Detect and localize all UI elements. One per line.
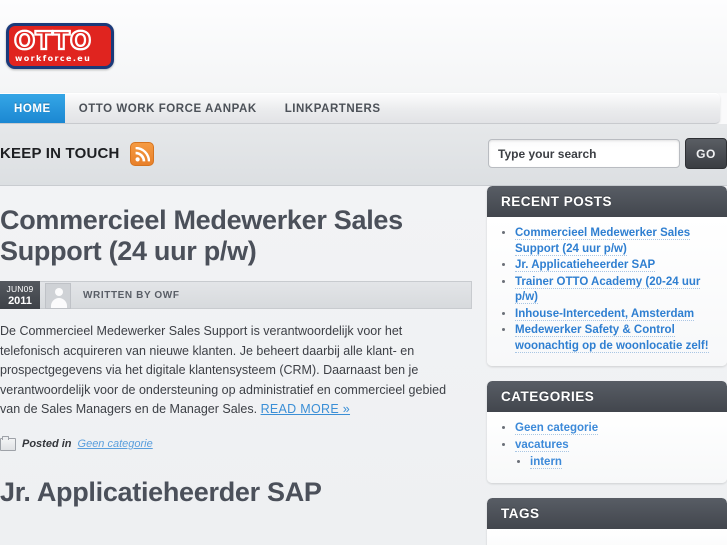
list-item: Trainer OTTO Academy (20-24 uur p/w)	[515, 275, 715, 306]
folder-icon	[0, 435, 16, 451]
widget-tags-title: TAGS	[487, 497, 727, 529]
widget-categories-title: CATEGORIES	[487, 381, 727, 412]
search-input[interactable]	[488, 139, 680, 168]
sidebar: RECENT POSTS Commercieel Medewerker Sale…	[487, 186, 727, 545]
keep-in-touch-label: KEEP IN TOUCH	[0, 145, 120, 162]
content-area: Commercieel Medewerker Sales Support (24…	[0, 186, 727, 545]
category-link-vacatures[interactable]: vacatures	[515, 438, 569, 452]
post-title-1[interactable]: Commercieel Medewerker Sales Support (24…	[0, 205, 472, 267]
author-avatar	[45, 283, 71, 309]
posted-in-label: Posted in	[22, 438, 72, 450]
search-go-button[interactable]: GO	[685, 138, 727, 169]
logo-inner: OTTO workforce.eu	[9, 26, 111, 66]
keep-in-touch-group: KEEP IN TOUCH	[0, 142, 154, 166]
list-item: intern	[530, 455, 715, 471]
recent-post-link-5[interactable]: Medewerker Safety & Control woonachtig o…	[515, 324, 709, 353]
list-item: Commercieel Medewerker Sales Support (24…	[515, 226, 715, 257]
post-date-badge: JUN09 2011	[0, 281, 40, 309]
categories-sublist: intern	[515, 455, 715, 471]
categories-list: Geen categorie vacatures intern	[499, 421, 715, 471]
recent-post-link-3[interactable]: Trainer OTTO Academy (20-24 uur p/w)	[515, 275, 701, 304]
main-column: Commercieel Medewerker Sales Support (24…	[0, 186, 472, 508]
list-item: Medewerker Safety & Control woonachtig o…	[515, 323, 715, 354]
rss-icon[interactable]	[129, 142, 154, 166]
post-excerpt: De Commercieel Medewerker Sales Support …	[0, 322, 472, 420]
post-meta-bar: JUN09 2011 WRITTEN BY OWF	[0, 281, 472, 309]
widget-recent-posts-title: RECENT POSTS	[487, 186, 727, 217]
post-date-month: JUN09	[6, 284, 34, 294]
recent-posts-list: Commercieel Medewerker Sales Support (24…	[499, 226, 715, 354]
list-item: Geen categorie	[515, 421, 715, 437]
post-date-year: 2011	[8, 295, 32, 307]
read-more-link[interactable]: READ MORE »	[261, 402, 350, 416]
list-item: Jr. Applicatieheerder SAP	[515, 258, 715, 274]
posted-in-row: Posted in Geen categorie	[0, 435, 472, 451]
posted-in-category-link[interactable]: Geen categorie	[78, 438, 153, 450]
logo-tagline: workforce.eu	[15, 54, 92, 63]
recent-post-link-1[interactable]: Commercieel Medewerker Sales Support (24…	[515, 227, 691, 256]
nav-list: HOME OTTO WORK FORCE AANPAK LINKPARTNERS	[0, 94, 720, 123]
list-item: Inhouse-Intercedent, Amsterdam	[515, 307, 715, 323]
nav-item-linkpartners[interactable]: LINKPARTNERS	[271, 94, 395, 123]
site-logo[interactable]: OTTO workforce.eu	[6, 23, 114, 69]
nav-item-home[interactable]: HOME	[0, 94, 65, 123]
post-excerpt-text: De Commercieel Medewerker Sales Support …	[0, 324, 447, 416]
widget-tags-body	[487, 528, 727, 545]
recent-post-link-4[interactable]: Inhouse-Intercedent, Amsterdam	[515, 307, 695, 321]
logo-wordmark: OTTO	[13, 26, 92, 55]
category-link-geen-categorie[interactable]: Geen categorie	[515, 422, 599, 435]
widget-recent-posts: RECENT POSTS Commercieel Medewerker Sale…	[487, 186, 727, 366]
widget-categories: CATEGORIES Geen categorie vacatures inte…	[487, 381, 727, 483]
widget-recent-posts-body: Commercieel Medewerker Sales Support (24…	[487, 217, 727, 366]
recent-post-link-2[interactable]: Jr. Applicatieheerder SAP	[515, 259, 656, 272]
post-title-2[interactable]: Jr. Applicatieheerder SAP	[0, 477, 472, 508]
post-author-label: WRITTEN BY OWF	[83, 289, 180, 301]
widget-tags: TAGS	[487, 497, 727, 545]
main-navigation: HOME OTTO WORK FORCE AANPAK LINKPARTNERS	[0, 93, 720, 124]
search-group: GO	[488, 138, 727, 169]
list-item: vacatures intern	[515, 438, 715, 471]
site-header: OTTO workforce.eu	[0, 0, 727, 93]
category-link-intern[interactable]: intern	[530, 456, 562, 469]
widget-categories-body: Geen categorie vacatures intern	[487, 412, 727, 483]
nav-item-aanpak[interactable]: OTTO WORK FORCE AANPAK	[65, 94, 271, 123]
keep-in-touch-bar: KEEP IN TOUCH GO	[0, 124, 727, 186]
page-root: OTTO workforce.eu HOME OTTO WORK FORCE A…	[0, 0, 727, 545]
